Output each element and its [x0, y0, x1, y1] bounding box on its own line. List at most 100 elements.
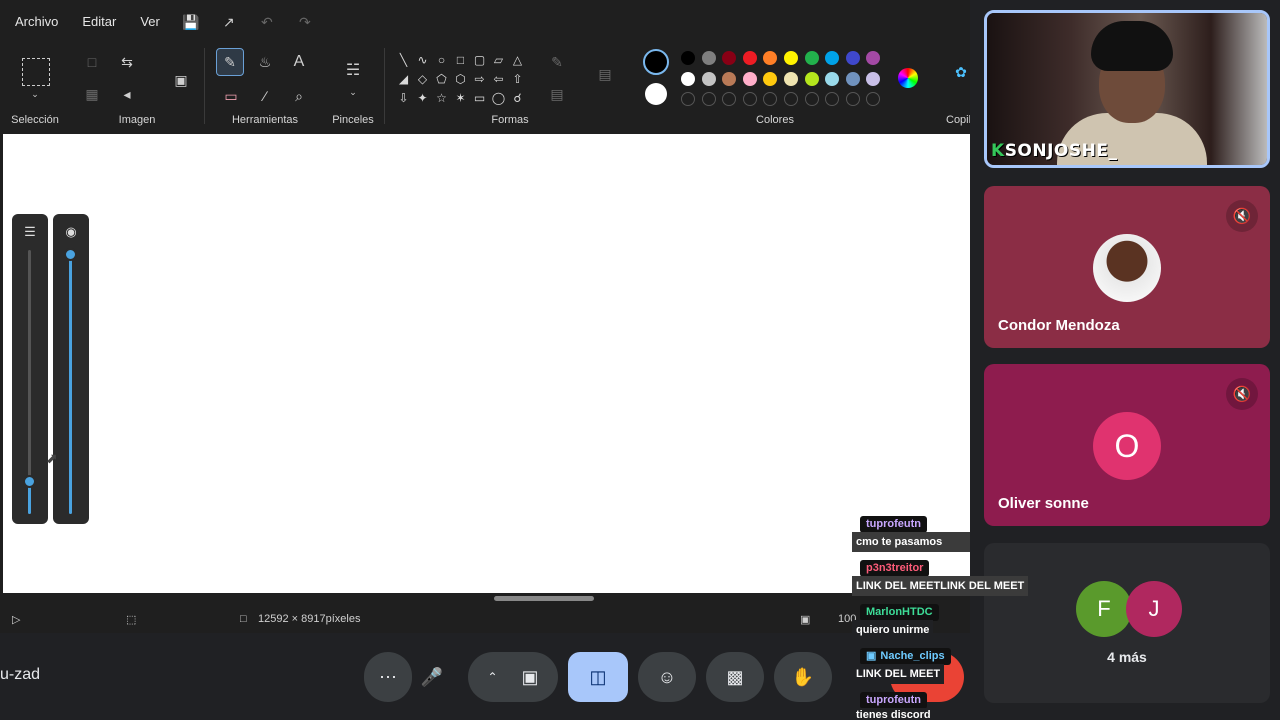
color-swatch[interactable] — [866, 51, 881, 65]
rotate-icon[interactable]: ◂ — [114, 82, 140, 106]
down-arrow-shape-icon[interactable]: ⇩ — [394, 88, 413, 107]
callout-cloud-shape-icon[interactable]: ☌ — [508, 88, 527, 107]
color-swatch[interactable] — [825, 72, 840, 86]
custom-color-slot[interactable] — [681, 92, 695, 106]
camera-button[interactable]: ⌃ ▣ — [468, 652, 558, 702]
text-icon[interactable]: A — [286, 50, 312, 74]
presenter-video-tile[interactable]: KSONJOSHE_ — [984, 10, 1270, 168]
redo-icon[interactable]: ↷ — [286, 14, 324, 31]
color-swatch[interactable] — [763, 51, 778, 65]
scrollbar-thumb[interactable] — [494, 596, 594, 601]
triangle-shape-icon[interactable]: △ — [508, 50, 527, 69]
chevron-down-icon[interactable]: ⌄ — [22, 82, 48, 106]
remove-bg-icon[interactable]: ▦ — [79, 82, 105, 106]
color2-swatch[interactable] — [645, 83, 667, 105]
star5-shape-icon[interactable]: ☆ — [432, 88, 451, 107]
opacity-slider-thumb[interactable] — [64, 248, 77, 262]
color-swatch[interactable] — [681, 51, 695, 65]
color-swatch[interactable] — [825, 51, 840, 65]
present-button[interactable]: ◫ — [568, 652, 628, 702]
color-picker-icon[interactable]: ∕ — [252, 84, 278, 108]
fill-style-icon[interactable]: ▤ — [544, 82, 570, 106]
line-shape-icon[interactable]: ╲ — [394, 50, 413, 69]
color-swatch[interactable] — [804, 72, 819, 86]
custom-color-slot[interactable] — [742, 92, 757, 106]
size-slider-thumb[interactable] — [23, 475, 36, 489]
left-arrow-shape-icon[interactable]: ⇦ — [489, 69, 508, 88]
fill-icon[interactable]: ♨ — [252, 50, 278, 74]
paint-window: Archivo Editar Ver 💾 ↗ ↶ ↷ ⌄ Selección □… — [0, 0, 970, 633]
star4-shape-icon[interactable]: ✦ — [413, 88, 432, 107]
polygon-shape-icon[interactable]: ▱ — [489, 50, 508, 69]
resize-icon[interactable]: ⇆ — [114, 50, 140, 74]
oval-shape-icon[interactable]: ○ — [432, 50, 451, 69]
emoji-button[interactable]: ☺ — [638, 652, 696, 702]
star6-shape-icon[interactable]: ✶ — [451, 88, 470, 107]
fit-to-window-icon[interactable]: ▣ — [800, 613, 810, 626]
camera-icon: ▣ — [521, 666, 539, 687]
rounded-rect-shape-icon[interactable]: ▢ — [470, 50, 489, 69]
color-swatch[interactable] — [845, 51, 860, 65]
custom-color-slot[interactable] — [701, 92, 716, 106]
color-swatch[interactable] — [866, 72, 881, 86]
color-swatch[interactable] — [784, 51, 798, 65]
rectangle-shape-icon[interactable]: □ — [451, 50, 470, 69]
custom-color-slot[interactable] — [784, 92, 798, 106]
more-participants-tile[interactable]: F J 4 más — [984, 543, 1270, 703]
custom-color-slot[interactable] — [722, 92, 737, 106]
color-swatch[interactable] — [742, 51, 757, 65]
color-swatch[interactable] — [742, 72, 757, 86]
custom-color-slot[interactable] — [804, 92, 819, 106]
color-swatch[interactable] — [845, 72, 860, 86]
hexagon-shape-icon[interactable]: ⬡ — [451, 69, 470, 88]
color-swatch[interactable] — [681, 72, 695, 86]
brush-icon[interactable]: ☵ — [340, 58, 366, 82]
right-arrow-shape-icon[interactable]: ⇨ — [470, 69, 489, 88]
magnifier-icon[interactable]: ⌕ — [286, 84, 312, 108]
pencil-icon[interactable]: ✎ — [216, 48, 244, 76]
custom-color-slot[interactable] — [763, 92, 778, 106]
captions-button[interactable]: ▩ — [706, 652, 764, 702]
pentagon-shape-icon[interactable]: ⬠ — [432, 69, 451, 88]
diamond-shape-icon[interactable]: ◇ — [413, 69, 432, 88]
custom-color-slot[interactable] — [845, 92, 860, 106]
color-swatch[interactable] — [763, 72, 778, 86]
horizontal-scrollbar[interactable] — [0, 593, 970, 605]
color-swatch[interactable] — [701, 72, 716, 86]
shape-style-icon[interactable]: ▤ — [592, 62, 618, 86]
undo-icon[interactable]: ↶ — [248, 14, 286, 31]
callout-oval-shape-icon[interactable]: ◯ — [489, 88, 508, 107]
eraser-icon[interactable]: ▭ — [218, 84, 244, 108]
more-options-button[interactable]: ⋯ — [364, 652, 412, 702]
right-triangle-shape-icon[interactable]: ◢ — [394, 69, 413, 88]
outline-icon[interactable]: ✎ — [544, 50, 570, 74]
selection-group: ⌄ Selección — [0, 44, 70, 132]
menu-edit[interactable]: Editar — [70, 0, 128, 44]
save-icon[interactable]: 💾 — [172, 14, 210, 31]
color-swatch[interactable] — [804, 51, 819, 65]
copilot-icon[interactable]: ✿ — [948, 60, 970, 84]
chevron-down-icon[interactable]: ⌄ — [340, 80, 366, 104]
color1-swatch[interactable] — [643, 49, 669, 75]
color-swatch[interactable] — [784, 72, 798, 86]
color-swatch[interactable] — [701, 51, 716, 65]
microphone-button[interactable]: 🎤 — [410, 652, 454, 702]
raise-hand-button[interactable]: ✋ — [774, 652, 832, 702]
menu-file[interactable]: Archivo — [0, 0, 70, 44]
present-screen-icon: ◫ — [589, 666, 607, 687]
image-select-icon[interactable]: ▣ — [168, 68, 194, 92]
custom-color-slot[interactable] — [825, 92, 840, 106]
edit-colors-icon[interactable] — [898, 68, 918, 88]
curve-shape-icon[interactable]: ∿ — [413, 50, 432, 69]
drawing-canvas[interactable] — [3, 134, 970, 593]
callout-rect-shape-icon[interactable]: ▭ — [470, 88, 489, 107]
participant-tile[interactable]: 🔇 O Oliver sonne — [984, 364, 1270, 526]
custom-color-slot[interactable] — [866, 92, 881, 106]
color-swatch[interactable] — [722, 51, 737, 65]
crop-icon[interactable]: □ — [79, 50, 105, 74]
color-swatch[interactable] — [722, 72, 737, 86]
share-icon[interactable]: ↗ — [210, 14, 248, 31]
up-arrow-shape-icon[interactable]: ⇧ — [508, 69, 527, 88]
participant-tile[interactable]: 🔇 Condor Mendoza — [984, 186, 1270, 348]
menu-view[interactable]: Ver — [128, 0, 172, 44]
